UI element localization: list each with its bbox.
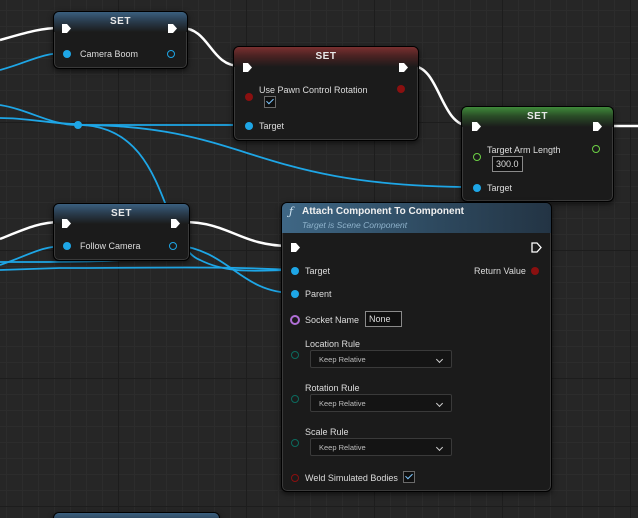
- socket-name-field[interactable]: None: [365, 311, 402, 327]
- target-input-pin[interactable]: [245, 122, 253, 130]
- pin-label: Follow Camera: [80, 241, 141, 251]
- target-label: Target: [259, 121, 285, 131]
- weld-simulated-bodies-label: Weld Simulated Bodies: [305, 473, 398, 483]
- chevron-down-icon: [435, 399, 444, 408]
- node-header: SET: [54, 204, 189, 224]
- chevron-down-icon: [435, 355, 444, 364]
- node-header: [54, 513, 219, 518]
- exec-out-pin[interactable]: [531, 242, 542, 253]
- node-subtitle: Target is Scene Component: [302, 220, 408, 230]
- dropdown-value: Keep Relative: [319, 355, 366, 364]
- parent-label: Parent: [305, 289, 332, 299]
- node-header: ƒ Attach Component To Component Target i…: [282, 203, 551, 233]
- follow-camera-output-pin[interactable]: [169, 242, 177, 250]
- object-wire: [0, 117, 79, 125]
- exec-in-pin[interactable]: [61, 23, 72, 34]
- target-label: Target: [305, 266, 331, 276]
- bool-output-pin[interactable]: [397, 85, 405, 93]
- follow-camera-input-pin[interactable]: [63, 242, 71, 250]
- pin-label: Target Arm Length: [487, 145, 561, 155]
- object-wire: [0, 104, 246, 126]
- bool-input-pin[interactable]: [245, 93, 253, 101]
- weld-simulated-bodies-pin[interactable]: [291, 474, 299, 482]
- exec-out-pin[interactable]: [592, 121, 603, 132]
- set-use-pawn-control-rotation-node[interactable]: SET Use Pawn Control Rotation Target: [233, 46, 419, 141]
- exec-in-pin[interactable]: [61, 218, 72, 229]
- target-label: Target: [487, 183, 513, 193]
- dropdown-value: Keep Relative: [319, 399, 366, 408]
- target-input-pin[interactable]: [473, 184, 481, 192]
- rotation-rule-dropdown[interactable]: Keep Relative: [310, 394, 452, 412]
- weld-simulated-bodies-checkbox[interactable]: [403, 471, 415, 483]
- location-rule-label: Location Rule: [305, 339, 361, 349]
- set-target-arm-length-node[interactable]: SET Target Arm Length 300.0 Target: [461, 106, 614, 202]
- camera-boom-output-pin[interactable]: [167, 50, 175, 58]
- node-header: SET: [462, 107, 613, 127]
- attach-component-node[interactable]: ƒ Attach Component To Component Target i…: [281, 202, 552, 492]
- scale-rule-label: Scale Rule: [305, 427, 349, 437]
- function-icon: ƒ: [289, 205, 294, 218]
- set-camera-boom-node[interactable]: SET Camera Boom: [53, 11, 188, 69]
- blueprint-graph-canvas[interactable]: SET Camera Boom SET Use Pawn Control Rot…: [0, 0, 638, 518]
- parent-input-pin[interactable]: [291, 290, 299, 298]
- return-value-label: Return Value: [474, 266, 526, 276]
- exec-wire: [0, 26, 61, 42]
- exec-out-pin[interactable]: [167, 23, 178, 34]
- target-input-pin[interactable]: [291, 267, 299, 275]
- scale-rule-dropdown[interactable]: Keep Relative: [310, 438, 452, 456]
- camera-boom-input-pin[interactable]: [63, 50, 71, 58]
- location-rule-dropdown[interactable]: Keep Relative: [310, 350, 452, 368]
- exec-out-pin[interactable]: [398, 62, 409, 73]
- exec-out-pin[interactable]: [170, 218, 181, 229]
- pin-label: Camera Boom: [80, 49, 139, 59]
- socket-name-label: Socket Name: [305, 315, 360, 325]
- exec-in-pin[interactable]: [471, 121, 482, 132]
- set-follow-camera-node[interactable]: SET Follow Camera: [53, 203, 190, 261]
- exec-in-pin[interactable]: [242, 62, 253, 73]
- node-header: SET: [234, 47, 418, 67]
- scale-rule-pin[interactable]: [291, 439, 299, 447]
- exec-wire: [0, 220, 61, 241]
- pin-label: Use Pawn Control Rotation: [259, 85, 368, 95]
- rotation-rule-pin[interactable]: [291, 395, 299, 403]
- partial-node[interactable]: [53, 512, 220, 518]
- exec-wire: [180, 26, 241, 68]
- use-pawn-control-rotation-checkbox[interactable]: [264, 96, 276, 108]
- exec-in-pin[interactable]: [290, 242, 301, 253]
- socket-name-pin[interactable]: [290, 315, 300, 325]
- exec-wire: [182, 220, 291, 248]
- chevron-down-icon: [435, 443, 444, 452]
- object-wire: [0, 266, 295, 271]
- float-output-pin[interactable]: [592, 145, 600, 153]
- return-value-pin[interactable]: [531, 267, 539, 275]
- float-input-pin[interactable]: [473, 153, 481, 161]
- target-arm-length-field[interactable]: 300.0: [492, 156, 523, 172]
- dropdown-value: Keep Relative: [319, 443, 366, 452]
- rotation-rule-label: Rotation Rule: [305, 383, 360, 393]
- node-title: Attach Component To Component: [302, 206, 465, 217]
- location-rule-pin[interactable]: [291, 351, 299, 359]
